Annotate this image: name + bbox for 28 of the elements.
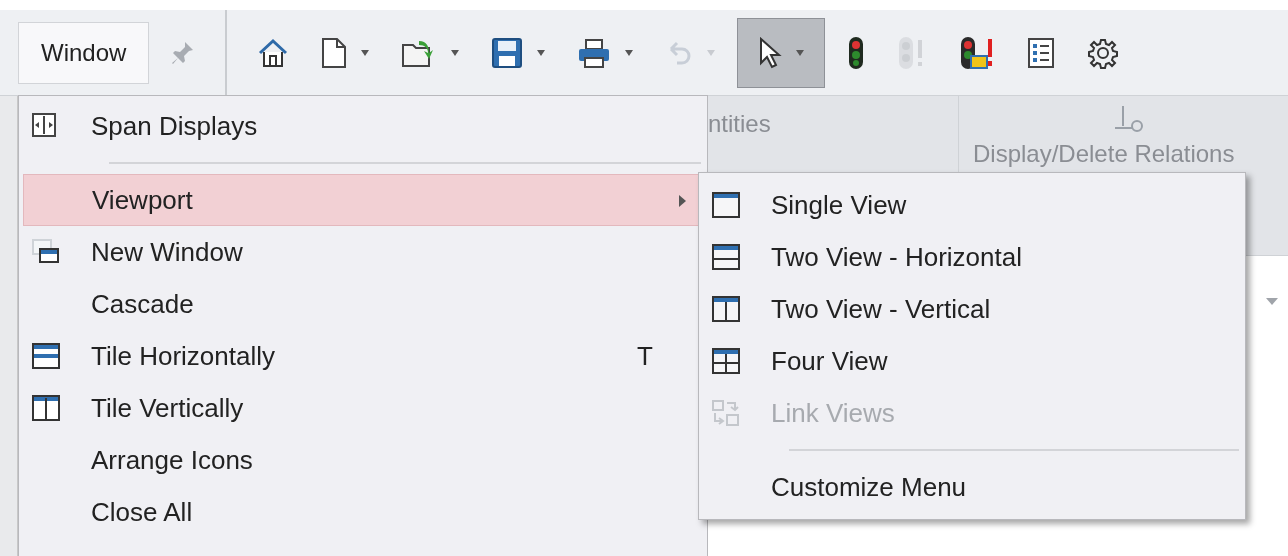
printer-icon: [577, 36, 612, 69]
horizontal-split-icon: [711, 243, 741, 271]
toolbar-button[interactable]: [737, 17, 826, 88]
traffic-light-icon: [847, 35, 866, 70]
caret-icon: [361, 49, 370, 56]
submenu-arrow-icon: [679, 195, 686, 207]
window-icon: [711, 191, 741, 219]
caret-icon: [537, 49, 546, 56]
shortcut-key: T: [637, 336, 653, 376]
four-pane-icon: [711, 347, 741, 375]
window-button[interactable]: Window: [18, 21, 150, 84]
linked-windows-icon: [711, 399, 741, 427]
caret-icon: [707, 49, 716, 56]
horizontal-split-icon: [31, 342, 61, 370]
menu-item[interactable]: Span Displays: [19, 100, 707, 152]
ribbon-group-label: ntities: [708, 110, 771, 137]
document-icon: [321, 36, 348, 69]
vertical-split-icon: [31, 394, 61, 422]
caret-icon: [625, 49, 634, 56]
house-icon: [257, 36, 290, 69]
list-icon: [1027, 36, 1056, 69]
caret-icon: [796, 49, 805, 56]
vertical-split-icon: [711, 295, 741, 323]
menu-item[interactable]: Customize Menu: [699, 461, 1245, 513]
pointer-arrow-icon: [758, 36, 783, 69]
caret-icon: [451, 49, 460, 56]
window-stack-icon: [31, 238, 61, 266]
settings-icon: [1087, 36, 1120, 69]
